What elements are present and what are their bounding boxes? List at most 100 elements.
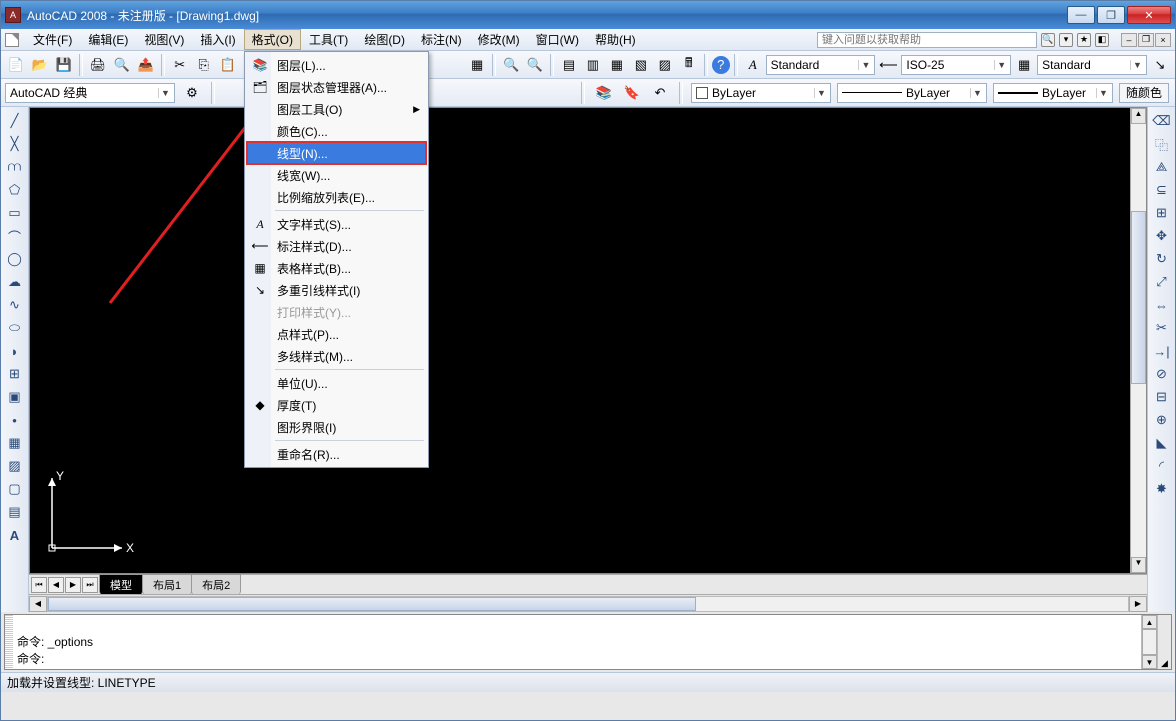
menu-help[interactable]: 帮助(H) <box>587 29 644 50</box>
paste-icon[interactable]: 📋 <box>217 54 239 76</box>
menu-item-scale-list[interactable]: 比例缩放列表(E)... <box>247 186 426 208</box>
minimize-button[interactable]: — <box>1067 6 1095 24</box>
chamfer-icon[interactable]: ◣ <box>1151 433 1173 453</box>
dim-style-dropdown[interactable]: ISO-25 ▼ <box>901 55 1011 75</box>
save-icon[interactable]: 💾 <box>53 54 75 76</box>
comm-center-icon[interactable]: ◧ <box>1095 33 1109 47</box>
quickcalc-icon[interactable]: 🖩 <box>678 54 700 76</box>
text-style-icon[interactable]: A <box>742 54 764 76</box>
command-vscrollbar[interactable]: ▲▼ <box>1141 615 1157 669</box>
doc-restore-button[interactable]: ❐ <box>1138 33 1154 47</box>
tab-prev-button[interactable]: ◀ <box>48 577 64 593</box>
linetype-dropdown[interactable]: ByLayer ▼ <box>837 83 987 103</box>
menu-edit[interactable]: 编辑(E) <box>80 29 136 50</box>
circle-icon[interactable]: ◯ <box>4 249 26 269</box>
gradient-icon[interactable]: ▨ <box>4 456 26 476</box>
break-at-point-icon[interactable]: ⊘ <box>1151 364 1173 384</box>
menu-item-multiline-style[interactable]: 多线样式(M)... <box>247 345 426 367</box>
canvas-hscrollbar[interactable]: ◀▶ <box>29 594 1147 612</box>
rotate-icon[interactable]: ↻ <box>1151 249 1173 269</box>
stretch-icon[interactable]: ⇔ <box>1151 295 1173 315</box>
drawing-canvas[interactable]: X Y ▲ ▼ <box>29 107 1147 574</box>
zoom-previous-icon[interactable]: 🔍 <box>524 54 546 76</box>
help-search-input[interactable] <box>817 32 1037 48</box>
menu-dimension[interactable]: 标注(N) <box>413 29 470 50</box>
doc-minimize-button[interactable]: – <box>1121 33 1137 47</box>
tab-layout2[interactable]: 布局2 <box>191 574 241 595</box>
publish-icon[interactable]: 📤 <box>135 54 157 76</box>
polyline-icon[interactable]: ⩋ <box>4 157 26 177</box>
plotstyle-button[interactable]: 随颜色 <box>1119 83 1169 103</box>
open-icon[interactable]: 📂 <box>29 54 51 76</box>
menu-tools[interactable]: 工具(T) <box>301 29 356 50</box>
block-editor-icon[interactable]: ▦ <box>466 54 488 76</box>
menu-modify[interactable]: 修改(M) <box>470 29 528 50</box>
close-button[interactable]: ✕ <box>1127 6 1171 24</box>
help-icon[interactable]: ? <box>712 56 730 74</box>
menu-item-linetype[interactable]: 线型(N)... <box>247 142 426 164</box>
rectangle-icon[interactable]: ▭ <box>4 203 26 223</box>
document-icon[interactable] <box>5 33 19 47</box>
command-grip[interactable] <box>5 615 13 669</box>
move-icon[interactable]: ✥ <box>1151 226 1173 246</box>
workspace-settings-icon[interactable]: ⚙ <box>181 82 203 104</box>
command-window[interactable]: 命令: _options 命令: ▲▼ ◢ <box>4 614 1172 670</box>
polygon-icon[interactable]: ⬠ <box>4 180 26 200</box>
construction-line-icon[interactable]: ╳ <box>4 134 26 154</box>
zoom-realtime-icon[interactable]: 🔍 <box>500 54 522 76</box>
help-search-icon[interactable]: 🔍 <box>1041 33 1055 47</box>
print-icon[interactable]: 🖨 <box>87 54 109 76</box>
tab-first-button[interactable]: ⏮ <box>31 577 47 593</box>
insert-block-icon[interactable]: ⊞ <box>4 364 26 384</box>
trim-icon[interactable]: ✂ <box>1151 318 1173 338</box>
mtext-icon[interactable]: A <box>4 525 26 545</box>
menu-item-table-style[interactable]: ▦表格样式(B)... <box>247 257 426 279</box>
dim-style-icon[interactable]: ⟵ <box>877 54 899 76</box>
table-style-icon[interactable]: ▦ <box>1013 54 1035 76</box>
command-resize-grip[interactable]: ◢ <box>1157 615 1171 669</box>
tab-next-button[interactable]: ▶ <box>65 577 81 593</box>
tab-model[interactable]: 模型 <box>99 574 143 595</box>
doc-close-button[interactable]: × <box>1155 33 1171 47</box>
menu-format[interactable]: 格式(O) <box>244 29 301 50</box>
menu-insert[interactable]: 插入(I) <box>192 29 243 50</box>
layer-manager-icon[interactable]: 📚 <box>593 82 615 104</box>
menu-item-multileader-style[interactable]: ↘多重引线样式(I) <box>247 279 426 301</box>
menu-item-layer[interactable]: 📚图层(L)... <box>247 54 426 76</box>
menu-file[interactable]: 文件(F) <box>25 29 80 50</box>
hatch-icon[interactable]: ▦ <box>4 433 26 453</box>
menu-window[interactable]: 窗口(W) <box>528 29 587 50</box>
tab-last-button[interactable]: ⏭ <box>82 577 98 593</box>
menu-view[interactable]: 视图(V) <box>136 29 192 50</box>
favorites-icon[interactable]: ★ <box>1077 33 1091 47</box>
canvas-vscrollbar[interactable]: ▲ ▼ <box>1130 108 1146 573</box>
spline-icon[interactable]: ∿ <box>4 295 26 315</box>
lineweight-dropdown[interactable]: ByLayer ▼ <box>993 83 1113 103</box>
layer-previous-icon[interactable]: ↶ <box>649 82 671 104</box>
tab-layout1[interactable]: 布局1 <box>142 574 192 595</box>
break-icon[interactable]: ⊟ <box>1151 387 1173 407</box>
layer-properties-icon[interactable]: ▤ <box>558 54 580 76</box>
menu-draw[interactable]: 绘图(D) <box>356 29 413 50</box>
revision-cloud-icon[interactable]: ☁ <box>4 272 26 292</box>
extend-icon[interactable]: →| <box>1151 341 1173 361</box>
table-icon[interactable]: ▤ <box>4 502 26 522</box>
markup-set-icon[interactable]: ▨ <box>654 54 676 76</box>
join-icon[interactable]: ⊕ <box>1151 410 1173 430</box>
ellipse-arc-icon[interactable]: ◗ <box>4 341 26 361</box>
array-icon[interactable]: ⊞ <box>1151 203 1173 223</box>
menu-item-color[interactable]: 颜色(C)... <box>247 120 426 142</box>
cut-icon[interactable]: ✂ <box>169 54 191 76</box>
menu-item-rename[interactable]: 重命名(R)... <box>247 443 426 465</box>
table-style-dropdown[interactable]: Standard ▼ <box>1037 55 1147 75</box>
menu-item-drawing-limits[interactable]: 图形界限(I) <box>247 416 426 438</box>
offset-icon[interactable]: ⊆ <box>1151 180 1173 200</box>
arc-icon[interactable]: ⌒ <box>4 226 26 246</box>
text-style-dropdown[interactable]: Standard ▼ <box>766 55 876 75</box>
region-icon[interactable]: ▢ <box>4 479 26 499</box>
mirror-icon[interactable]: ⟁ <box>1151 157 1173 177</box>
fillet-icon[interactable]: ◜ <box>1151 456 1173 476</box>
copy-object-icon[interactable]: ⿻ <box>1151 134 1173 154</box>
new-icon[interactable]: 📄 <box>5 54 27 76</box>
menu-item-units[interactable]: 单位(U)... <box>247 372 426 394</box>
